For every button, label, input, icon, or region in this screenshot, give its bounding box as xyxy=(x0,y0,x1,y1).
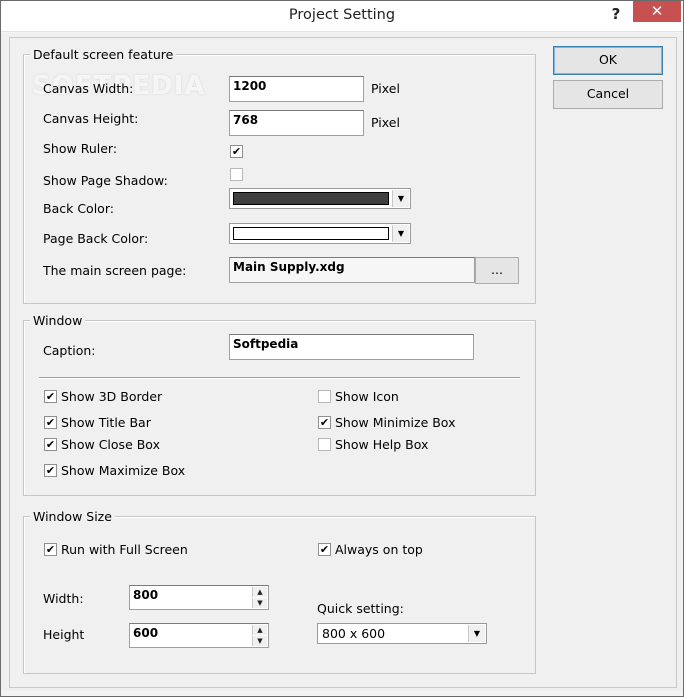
check-icon: ✔ xyxy=(319,543,330,556)
spin-up-icon[interactable]: ▲ xyxy=(252,587,267,597)
title-bar: Project Setting ? ✕ xyxy=(1,1,683,32)
full-screen-checkbox[interactable]: ✔ xyxy=(44,543,57,556)
show-title-bar-checkbox[interactable]: ✔ xyxy=(44,416,57,429)
chevron-down-icon[interactable]: ▼ xyxy=(392,190,409,207)
show-3d-border-checkbox[interactable]: ✔ xyxy=(44,390,57,403)
caption-label: Caption: xyxy=(43,343,96,358)
check-icon: ✔ xyxy=(231,145,242,158)
chevron-down-icon[interactable]: ▼ xyxy=(392,225,409,242)
back-color-swatch xyxy=(233,192,389,205)
ok-button[interactable]: OK xyxy=(553,46,663,75)
spin-down-icon[interactable]: ▼ xyxy=(252,636,267,646)
main-page-label: The main screen page: xyxy=(43,263,187,278)
window-group-divider xyxy=(39,377,520,379)
check-icon: ✔ xyxy=(45,438,56,451)
page-back-color-label: Page Back Color: xyxy=(43,231,149,246)
show-help-box-checkbox[interactable] xyxy=(318,438,331,451)
show-title-bar-label: Show Title Bar xyxy=(61,415,151,430)
show-minimize-box-label: Show Minimize Box xyxy=(335,415,456,430)
check-icon: ✔ xyxy=(319,416,330,429)
canvas-width-label: Canvas Width: xyxy=(43,81,134,96)
back-color-picker[interactable]: ▼ xyxy=(229,188,411,209)
back-color-label: Back Color: xyxy=(43,201,114,216)
show-maximize-box-label: Show Maximize Box xyxy=(61,463,186,478)
check-icon: ✔ xyxy=(45,543,56,556)
always-on-top-label: Always on top xyxy=(335,542,423,557)
show-maximize-box-checkbox[interactable]: ✔ xyxy=(44,464,57,477)
full-screen-label: Run with Full Screen xyxy=(61,542,188,557)
height-value: 600 xyxy=(133,626,159,640)
canvas-width-unit: Pixel xyxy=(371,81,400,96)
window-title: Project Setting xyxy=(288,7,396,23)
page-back-color-picker[interactable]: ▼ xyxy=(229,223,411,244)
height-stepper[interactable]: 600 ▲ ▼ xyxy=(129,623,269,648)
quick-setting-label: Quick setting: xyxy=(317,601,404,616)
spin-down-icon[interactable]: ▼ xyxy=(252,598,267,608)
quick-setting-value: 800 x 600 xyxy=(322,626,386,641)
width-stepper[interactable]: 800 ▲ ▼ xyxy=(129,585,269,610)
show-help-box-label: Show Help Box xyxy=(335,437,429,452)
check-icon: ✔ xyxy=(45,416,56,429)
width-label: Width: xyxy=(43,591,84,606)
show-page-shadow-label: Show Page Shadow: xyxy=(43,173,168,188)
caption-input[interactable]: Softpedia xyxy=(229,334,474,360)
show-3d-border-label: Show 3D Border xyxy=(61,389,163,404)
canvas-width-input[interactable]: 1200 xyxy=(229,76,364,102)
canvas-height-input[interactable]: 768 xyxy=(229,110,364,136)
canvas-height-label: Canvas Height: xyxy=(43,111,139,126)
dialog-window: Project Setting ? ✕ SOFTPEDIA Default sc… xyxy=(0,0,684,697)
chevron-down-icon[interactable]: ▼ xyxy=(468,625,485,642)
close-icon[interactable]: ✕ xyxy=(633,1,681,22)
show-close-box-label: Show Close Box xyxy=(61,437,160,452)
check-icon: ✔ xyxy=(45,390,56,403)
window-legend: Window xyxy=(30,313,86,328)
window-size-group: Window Size xyxy=(23,509,536,674)
height-label: Height xyxy=(43,627,85,642)
show-icon-checkbox[interactable] xyxy=(318,390,331,403)
help-icon[interactable]: ? xyxy=(606,5,626,25)
canvas-height-unit: Pixel xyxy=(371,115,400,130)
show-ruler-checkbox[interactable]: ✔ xyxy=(230,145,243,158)
main-page-field: Main Supply.xdg xyxy=(229,257,475,283)
show-ruler-label: Show Ruler: xyxy=(43,141,118,156)
browse-button[interactable]: ... xyxy=(475,257,519,284)
width-value: 800 xyxy=(133,588,159,602)
default-screen-legend: Default screen feature xyxy=(30,47,177,62)
cancel-button[interactable]: Cancel xyxy=(553,80,663,109)
spin-up-icon[interactable]: ▲ xyxy=(252,625,267,635)
show-close-box-checkbox[interactable]: ✔ xyxy=(44,438,57,451)
always-on-top-checkbox[interactable]: ✔ xyxy=(318,543,331,556)
show-minimize-box-checkbox[interactable]: ✔ xyxy=(318,416,331,429)
show-icon-label: Show Icon xyxy=(335,389,399,404)
check-icon: ✔ xyxy=(45,464,56,477)
quick-setting-select[interactable]: 800 x 600 ▼ xyxy=(317,623,487,644)
page-back-color-swatch xyxy=(233,227,389,240)
show-page-shadow-checkbox[interactable] xyxy=(230,168,243,181)
window-size-legend: Window Size xyxy=(30,509,115,524)
